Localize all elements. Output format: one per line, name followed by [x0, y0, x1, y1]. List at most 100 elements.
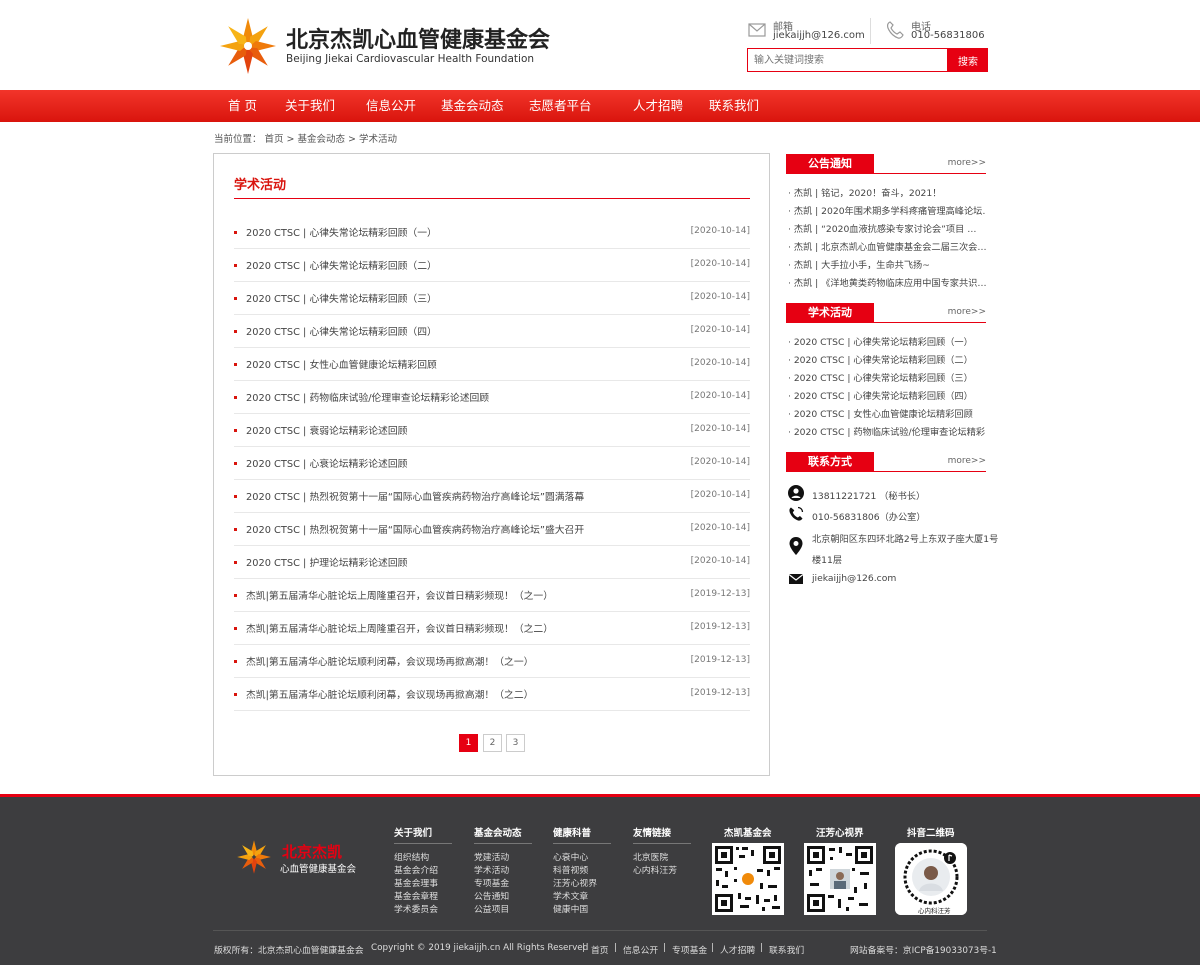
contact-email[interactable]: jiekaijjh@126.com: [812, 573, 896, 584]
page-2-button[interactable]: 2: [483, 734, 502, 752]
footer-link[interactable]: 心内科汪芳: [633, 863, 677, 876]
list-item-title[interactable]: 2020 CTSC | 护理论坛精彩论述回顾: [246, 555, 407, 569]
list-item[interactable]: 杰凯|第五届清华心脏论坛顺利闭幕，会议现场再掀高潮！（之二） [2019-12-1…: [234, 678, 750, 711]
list-item[interactable]: 2020 CTSC | 心律失常论坛精彩回顾（四） [2020-10-14]: [234, 315, 750, 348]
list-item[interactable]: 杰凯|第五届清华心脏论坛上周隆重召开，会议首日精彩频现！（之二） [2019-12…: [234, 612, 750, 645]
footer-bottom-link[interactable]: 首页: [591, 943, 609, 956]
search-input[interactable]: [747, 48, 948, 72]
list-item-title[interactable]: 2020 CTSC | 心律失常论坛精彩回顾（四）: [246, 324, 437, 338]
footer-link-separator: |: [711, 943, 714, 953]
academic-item[interactable]: · 2020 CTSC | 心律失常论坛精彩回顾（四）: [788, 388, 986, 402]
list-item[interactable]: 杰凯|第五届清华心脏论坛顺利闭幕，会议现场再掀高潮！（之一） [2019-12-1…: [234, 645, 750, 678]
academic-item[interactable]: · 2020 CTSC | 心律失常论坛精彩回顾（三）: [788, 370, 986, 384]
list-item-date: [2020-10-14]: [690, 391, 750, 401]
list-bullet: [234, 297, 237, 300]
footer-link[interactable]: 学术委员会: [394, 902, 438, 915]
list-item[interactable]: 2020 CTSC | 热烈祝贺第十一届“国际心血管疾病药物治疗高峰论坛”盛大召…: [234, 513, 750, 546]
list-item[interactable]: 2020 CTSC | 心律失常论坛精彩回顾（一） [2020-10-14]: [234, 216, 750, 249]
logo-title-cn[interactable]: 北京杰凯心血管健康基金会: [286, 22, 550, 54]
nav-contact[interactable]: 联系我们: [709, 90, 759, 122]
footer-bottom-link[interactable]: 联系我们: [769, 943, 804, 956]
nav-info[interactable]: 信息公开: [366, 90, 416, 122]
footer-link[interactable]: 公告通知: [474, 889, 509, 902]
list-item[interactable]: 2020 CTSC | 衰弱论坛精彩论述回顾 [2020-10-14]: [234, 414, 750, 447]
notice-item[interactable]: · 杰凯 | 《洋地黄类药物临床应用中国专家共识…: [788, 275, 986, 289]
list-item-title[interactable]: 2020 CTSC | 心律失常论坛精彩回顾（二）: [246, 258, 437, 272]
search-button[interactable]: 搜索: [948, 48, 988, 72]
list-item[interactable]: 2020 CTSC | 心律失常论坛精彩回顾（二） [2020-10-14]: [234, 249, 750, 282]
breadcrumb[interactable]: 当前位置： 首页 > 基金会动态 > 学术活动: [214, 131, 397, 145]
list-item-title[interactable]: 杰凯|第五届清华心脏论坛顺利闭幕，会议现场再掀高潮！（之一）: [246, 654, 533, 668]
mail-icon: [748, 23, 766, 37]
list-item[interactable]: 2020 CTSC | 心律失常论坛精彩回顾（三） [2020-10-14]: [234, 282, 750, 315]
list-item-title[interactable]: 2020 CTSC | 女性心血管健康论坛精彩回顾: [246, 357, 437, 371]
page-title: 学术活动: [234, 178, 287, 193]
page-1-button[interactable]: 1: [459, 734, 478, 752]
footer-link[interactable]: 健康中国: [553, 902, 588, 915]
footer-link[interactable]: 心衰中心: [553, 850, 588, 863]
footer-link[interactable]: 学术活动: [474, 863, 509, 876]
list-item[interactable]: 杰凯|第五届清华心脏论坛上周隆重召开，会议首日精彩频现！（之一） [2019-12…: [234, 579, 750, 612]
list-item[interactable]: 2020 CTSC | 热烈祝贺第十一届“国际心血管疾病药物治疗高峰论坛”圆满落…: [234, 480, 750, 513]
list-item-title[interactable]: 2020 CTSC | 心衰论坛精彩论述回顾: [246, 456, 407, 470]
footer-link[interactable]: 公益项目: [474, 902, 509, 915]
email-value: jiekaijjh@126.com: [773, 30, 865, 41]
academic-more-link[interactable]: more>>: [948, 307, 986, 317]
list-item[interactable]: 2020 CTSC | 护理论坛精彩论述回顾 [2020-10-14]: [234, 546, 750, 579]
list-item[interactable]: 2020 CTSC | 女性心血管健康论坛精彩回顾 [2020-10-14]: [234, 348, 750, 381]
list-item-title[interactable]: 2020 CTSC | 衰弱论坛精彩论述回顾: [246, 423, 407, 437]
contact-more-link[interactable]: more>>: [948, 456, 986, 466]
qr-title-wangfang: 汪芳心视界: [816, 828, 864, 839]
list-item-date: [2020-10-14]: [690, 292, 750, 302]
footer-link[interactable]: 基金会章程: [394, 889, 438, 902]
footer-link[interactable]: 汪芳心视界: [553, 876, 597, 889]
academic-item[interactable]: · 2020 CTSC | 心律失常论坛精彩回顾（一）: [788, 334, 986, 348]
list-item[interactable]: 2020 CTSC | 心衰论坛精彩论述回顾 [2020-10-14]: [234, 447, 750, 480]
list-item-title[interactable]: 2020 CTSC | 心律失常论坛精彩回顾（一）: [246, 225, 437, 239]
notice-item[interactable]: · 杰凯 | 大手拉小手，生命共飞扬~: [788, 257, 986, 271]
notice-item[interactable]: · 杰凯 | 铭记，2020！奋斗，2021！: [788, 185, 986, 199]
footer-link[interactable]: 北京医院: [633, 850, 668, 863]
notice-item[interactable]: · 杰凯 | 2020年围术期多学科疼痛管理高峰论坛…: [788, 203, 986, 217]
academic-item[interactable]: · 2020 CTSC | 心律失常论坛精彩回顾（二）: [788, 352, 986, 366]
notice-item[interactable]: · 杰凯 | 北京杰凯心血管健康基金会二届三次会…: [788, 239, 986, 253]
list-item-date: [2020-10-14]: [690, 424, 750, 434]
nav-home[interactable]: 首 页: [228, 90, 257, 122]
foundation-logo-icon[interactable]: [218, 16, 278, 76]
list-item-title[interactable]: 杰凯|第五届清华心脏论坛上周隆重召开，会议首日精彩频现！（之一）: [246, 588, 553, 602]
nav-jobs[interactable]: 人才招聘: [633, 90, 683, 122]
nav-news[interactable]: 基金会动态: [441, 90, 504, 122]
footer-link[interactable]: 基金会理事: [394, 876, 438, 889]
footer-bottom-link[interactable]: 信息公开: [623, 943, 658, 956]
phone-icon: [887, 21, 904, 39]
notice-header: 公告通知 more>>: [786, 154, 986, 174]
footer-divider: [213, 930, 987, 931]
list-item-title[interactable]: 2020 CTSC | 热烈祝贺第十一届“国际心血管疾病药物治疗高峰论坛”圆满落…: [246, 489, 584, 503]
list-item-title[interactable]: 2020 CTSC | 药物临床试验/伦理审查论坛精彩论述回顾: [246, 390, 489, 404]
footer-icp[interactable]: 网站备案号：京ICP备19033073号-1: [850, 943, 997, 956]
academic-item[interactable]: · 2020 CTSC | 女性心血管健康论坛精彩回顾: [788, 406, 986, 420]
footer-bottom-link[interactable]: 专项基金: [672, 943, 707, 956]
list-bullet: [234, 396, 237, 399]
list-item-title[interactable]: 2020 CTSC | 热烈祝贺第十一届“国际心血管疾病药物治疗高峰论坛”盛大召…: [246, 522, 584, 536]
list-item-title[interactable]: 杰凯|第五届清华心脏论坛上周隆重召开，会议首日精彩频现！（之二）: [246, 621, 553, 635]
footer-copyright-owner: 版权所有：北京杰凯心血管健康基金会: [214, 946, 364, 956]
list-item-date: [2019-12-13]: [690, 622, 750, 632]
qr-title-foundation: 杰凯基金会: [724, 828, 772, 839]
footer-link[interactable]: 基金会介绍: [394, 863, 438, 876]
page-3-button[interactable]: 3: [506, 734, 525, 752]
academic-item[interactable]: · 2020 CTSC | 药物临床试验/伦理审查论坛精彩…: [788, 424, 986, 438]
nav-volunteer[interactable]: 志愿者平台: [529, 90, 592, 122]
footer-link[interactable]: 科普视频: [553, 863, 588, 876]
list-item-title[interactable]: 杰凯|第五届清华心脏论坛顺利闭幕，会议现场再掀高潮！（之二）: [246, 687, 533, 701]
footer-link[interactable]: 专项基金: [474, 876, 509, 889]
footer-link[interactable]: 学术文章: [553, 889, 588, 902]
footer-link[interactable]: 组织结构: [394, 850, 429, 863]
notice-item[interactable]: · 杰凯 | “2020血液抗感染专家讨论会”项目 …: [788, 221, 986, 235]
footer-bottom-link[interactable]: 人才招聘: [720, 943, 755, 956]
footer-link[interactable]: 党建活动: [474, 850, 509, 863]
nav-about[interactable]: 关于我们: [285, 90, 335, 122]
notice-more-link[interactable]: more>>: [948, 158, 986, 168]
list-item-title[interactable]: 2020 CTSC | 心律失常论坛精彩回顾（三）: [246, 291, 437, 305]
list-item[interactable]: 2020 CTSC | 药物临床试验/伦理审查论坛精彩论述回顾 [2020-10-…: [234, 381, 750, 414]
